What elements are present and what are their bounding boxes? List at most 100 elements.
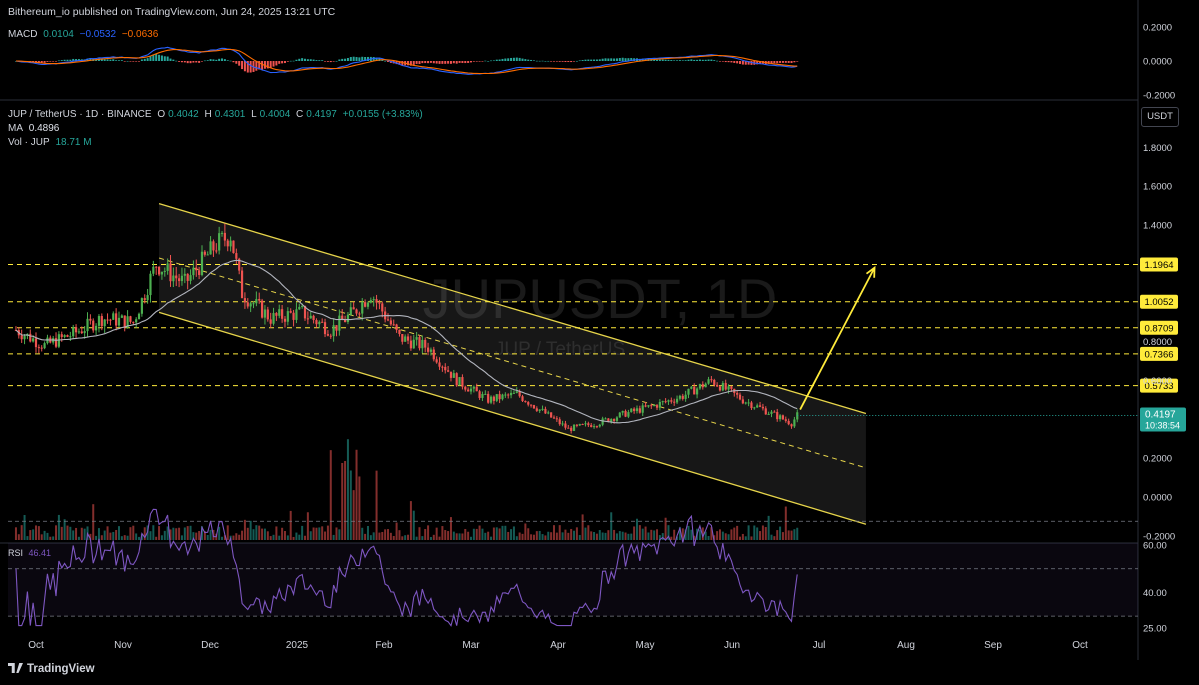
candle-body bbox=[741, 399, 744, 404]
volume-bar bbox=[733, 527, 736, 540]
volume-bar bbox=[687, 525, 690, 540]
volume-bar bbox=[653, 530, 656, 540]
candle-body bbox=[292, 312, 295, 320]
candle-body bbox=[718, 386, 722, 391]
candle-body bbox=[120, 315, 123, 318]
macd-hist-bar bbox=[218, 58, 221, 61]
volume-bar bbox=[292, 536, 295, 540]
volume-bar bbox=[581, 514, 584, 540]
brand-name: TradingView bbox=[27, 663, 95, 675]
macd-hist-bar bbox=[607, 58, 610, 61]
publisher-line: Bithereum_io published on TradingView.co… bbox=[8, 6, 336, 18]
volume-bar bbox=[544, 535, 547, 540]
price-tick-6: 0.0000 bbox=[1143, 493, 1172, 504]
candle-body bbox=[160, 271, 164, 275]
candle-body bbox=[635, 408, 639, 412]
candle-body bbox=[484, 393, 487, 395]
volume-bar bbox=[784, 506, 787, 540]
candle-body bbox=[404, 336, 407, 342]
volume-bar bbox=[180, 535, 183, 540]
macd-hist-bar bbox=[613, 58, 616, 61]
candle-body bbox=[206, 254, 209, 256]
candle-body bbox=[678, 395, 682, 399]
macd-hist-bar bbox=[346, 58, 349, 61]
volume-bar bbox=[258, 525, 261, 540]
macd-hist-bar bbox=[69, 59, 72, 61]
candle-body bbox=[117, 317, 121, 326]
tradingview-logo[interactable]: TradingView bbox=[8, 663, 95, 675]
candle-body bbox=[776, 412, 779, 420]
candle-body bbox=[524, 401, 527, 403]
candle-body bbox=[189, 275, 192, 281]
channel-fill bbox=[159, 203, 866, 525]
candle-body bbox=[166, 263, 169, 271]
candle-body bbox=[724, 382, 727, 390]
volume-bar bbox=[790, 530, 793, 540]
macd-hist-bar bbox=[687, 59, 690, 61]
volume-bar bbox=[793, 529, 796, 540]
volume-bar bbox=[716, 531, 719, 540]
macd-hist-bar bbox=[727, 61, 730, 63]
volume-bar bbox=[475, 528, 478, 540]
candle-body bbox=[74, 327, 78, 333]
macd-hist-bar bbox=[209, 59, 212, 61]
currency-button[interactable]: USDT bbox=[1141, 107, 1179, 127]
candle-body bbox=[215, 250, 218, 252]
candle-body bbox=[695, 388, 699, 395]
macd-hist-bar bbox=[195, 61, 198, 63]
volume-bar bbox=[724, 533, 727, 540]
volume-bar bbox=[730, 529, 733, 540]
volume-bar bbox=[315, 527, 318, 540]
volume-bar bbox=[366, 526, 369, 540]
volume-bar bbox=[361, 527, 364, 540]
candle-body bbox=[704, 383, 707, 388]
macd-hist-bar bbox=[664, 59, 667, 61]
volume-bar bbox=[429, 536, 432, 540]
macd-hist-bar bbox=[66, 59, 69, 61]
volume-bar bbox=[727, 534, 730, 540]
candle-body bbox=[258, 298, 261, 301]
candle-body bbox=[177, 278, 181, 282]
volume-bar bbox=[527, 528, 530, 540]
candle-body bbox=[152, 266, 155, 274]
volume-bar bbox=[235, 533, 238, 540]
volume-bar bbox=[538, 530, 541, 540]
macd-hist-bar bbox=[132, 61, 135, 62]
volume-bar bbox=[120, 536, 123, 540]
macd-hist-bar bbox=[718, 61, 721, 62]
volume-bar bbox=[621, 531, 624, 540]
macd-hist-bar bbox=[615, 58, 618, 61]
macd-hist-bar bbox=[552, 61, 555, 62]
chart-canvas[interactable]: JUPUSDT, 1DJUP / TetherUS1.19641.00520.8… bbox=[0, 0, 1199, 685]
candle-body bbox=[146, 295, 149, 301]
candle-body bbox=[149, 273, 152, 296]
macd-hist-bar bbox=[212, 59, 215, 61]
candle-body bbox=[615, 417, 619, 421]
candle-body bbox=[624, 410, 627, 417]
candle-body bbox=[89, 318, 92, 321]
volume-bar bbox=[309, 531, 312, 540]
time-tick-9: Jul bbox=[813, 640, 826, 651]
volume-bar bbox=[106, 526, 109, 540]
volume-bar bbox=[541, 534, 544, 540]
candle-body bbox=[386, 319, 390, 321]
volume-bar bbox=[464, 528, 467, 540]
macd-hist-bar bbox=[593, 59, 596, 61]
volume-bar bbox=[352, 490, 355, 540]
macd-hist-bar bbox=[241, 61, 244, 70]
volume-bar bbox=[532, 534, 535, 540]
volume-bar bbox=[304, 535, 307, 540]
volume-bar bbox=[441, 526, 444, 540]
ma-legend: MA 0.4896 bbox=[8, 123, 62, 134]
symbol-pair[interactable]: JUP / TetherUS · 1D · BINANCE bbox=[8, 109, 152, 120]
candle-body bbox=[401, 333, 404, 342]
time-tick-5: Mar bbox=[462, 640, 480, 651]
level-badge-label-0: 1.1964 bbox=[1144, 260, 1173, 271]
volume-bar bbox=[100, 535, 103, 540]
macd-hist-bar bbox=[472, 61, 475, 62]
candle-body bbox=[684, 394, 687, 399]
volume-bar bbox=[587, 525, 590, 540]
macd-hist-bar bbox=[535, 60, 538, 62]
macd-hist-bar bbox=[49, 61, 52, 62]
candle-body bbox=[532, 405, 536, 409]
